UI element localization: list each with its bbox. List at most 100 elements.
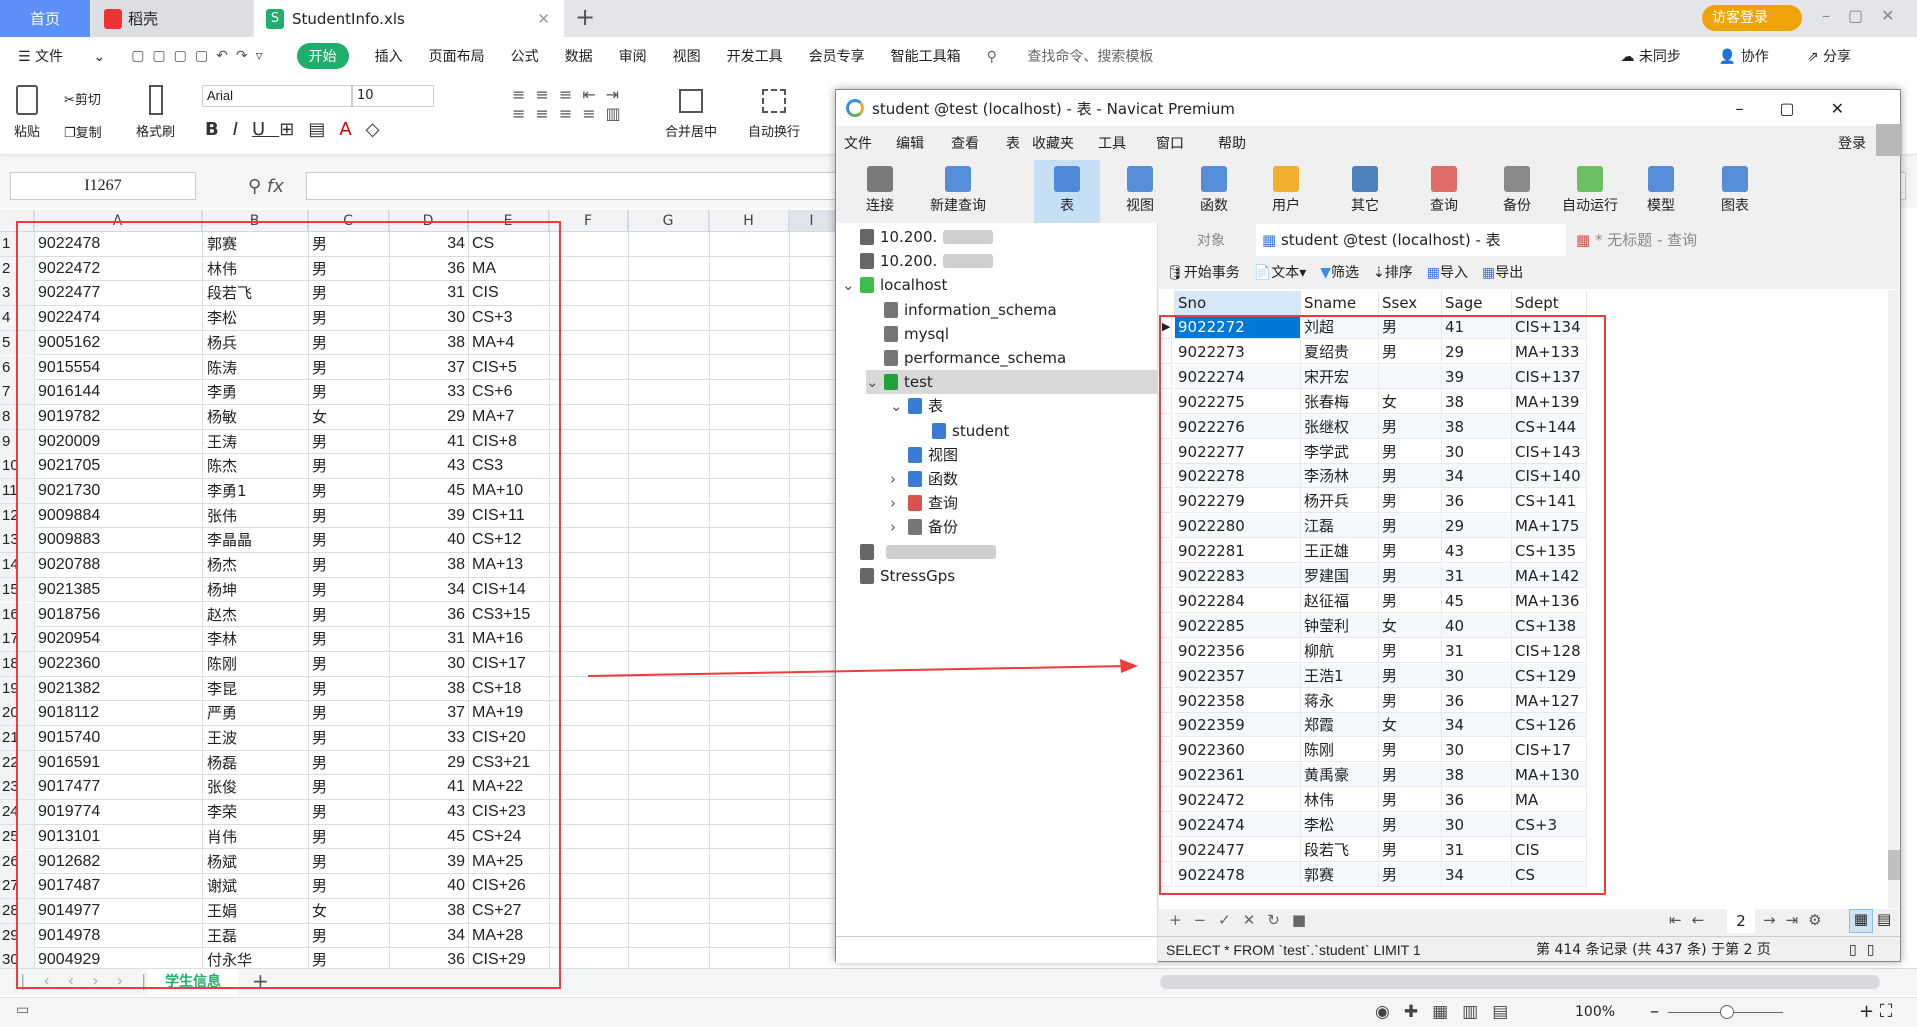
sdept-cell[interactable]: CS3 [472,454,503,478]
sage-cell[interactable]: 41 [389,430,465,454]
ssex-cell[interactable]: 男 [312,652,327,676]
sdept-cell[interactable]: CIS+5 [472,356,517,380]
object-tab[interactable]: 对象 [1166,226,1256,256]
sname-cell[interactable]: 王波 [207,726,237,750]
table-row[interactable]: 7 9016144 李勇 男 33 CS+6 [0,380,835,405]
sname-cell[interactable]: 郭赛 [207,232,237,256]
sname-cell[interactable]: 陈刚 [207,652,237,676]
panel-toggle-buttons[interactable]: ▯▯ [1849,937,1884,963]
sheet-nav-buttons[interactable]: |‹‹››| [20,971,164,990]
sage-cell[interactable]: 29 [389,405,465,429]
grid-row[interactable]: 9022281 王正雄男 43 CS+135 [836,539,1587,564]
ssex-cell[interactable]: 男 [1379,464,1442,489]
table-row[interactable]: 20 9018112 严勇 男 37 MA+19 [0,701,835,726]
sage-cell[interactable]: 40 [389,528,465,552]
sname-cell[interactable]: 李学武 [1301,439,1379,464]
page-nav-prev[interactable]: ⇤← [1669,911,1714,929]
grid-column-header[interactable]: Sno [1175,291,1301,315]
sno-cell[interactable]: 9016591 [38,751,100,775]
ssex-cell[interactable]: 男 [1379,813,1442,837]
sage-cell[interactable]: 39 [1442,364,1512,389]
sno-cell[interactable]: 9022357 [1175,663,1301,688]
sname-cell[interactable]: 严勇 [207,701,237,725]
sname-cell[interactable]: 杨磊 [207,751,237,775]
cut-button[interactable]: ✂剪切 [64,89,101,108]
sno-cell[interactable]: 9022360 [1175,738,1301,763]
tab-view[interactable]: 视图 [673,46,701,66]
table-row[interactable]: 24 9019774 李荣 男 43 CIS+23 [0,800,835,825]
sdept-cell[interactable]: MA [1512,788,1587,813]
column-header[interactable]: I [789,210,835,232]
search-command[interactable]: ⚲ 查找命令、搜索模板 [987,46,1180,66]
table-row[interactable]: 12 9009884 张伟 男 39 CIS+11 [0,503,835,529]
grid-row[interactable]: ▶ 9022272 刘超男 41 CIS+134 [836,315,1587,340]
column-header[interactable]: D [389,210,468,232]
tab-start[interactable]: 开始 [296,43,349,69]
sno-cell[interactable]: 9022472 [38,257,100,281]
sdept-cell[interactable]: CS+3 [472,306,512,330]
sage-cell[interactable]: 39 [389,850,465,874]
table-row[interactable]: 30 9004929 付永华 男 36 CIS+29 [0,948,835,968]
sno-cell[interactable]: 9022273 [1175,339,1301,364]
table-row[interactable]: 6 9015554 陈涛 男 37 CIS+5 [0,355,835,381]
toolbar-query-button[interactable]: 查询 [1411,162,1477,222]
zoom-controls[interactable]: – + ⛶ [1650,1001,1892,1022]
ssex-cell[interactable]: 男 [312,553,327,577]
sno-cell[interactable]: 9020009 [38,430,100,454]
sname-cell[interactable]: 王正雄 [1301,539,1379,564]
column-header[interactable]: H [709,210,789,232]
ssex-cell[interactable]: 男 [312,948,327,968]
sname-cell[interactable]: 段若飞 [207,281,252,305]
tab-formula[interactable]: 公式 [511,46,539,66]
ssex-cell[interactable]: 男 [1379,688,1442,713]
sdept-cell[interactable]: CIS+11 [472,504,525,528]
sno-cell[interactable]: 9022274 [1175,364,1301,389]
sname-cell[interactable]: 杨杰 [207,553,237,577]
sage-cell[interactable]: 38 [389,553,465,577]
grid-row[interactable]: 9022279 杨开兵男 36 CS+141 [836,489,1587,514]
avatar[interactable] [1876,124,1902,156]
grid-column-header[interactable]: Sname [1301,291,1379,315]
export-button[interactable]: ▦导出 [1482,262,1523,282]
tab-member[interactable]: 会员专享 [809,46,865,66]
ssex-cell[interactable]: 男 [312,701,327,725]
student-table-tab[interactable]: ▦ student @test (localhost) - 表 [1256,224,1566,256]
sname-cell[interactable]: 蒋永 [1301,688,1379,713]
ssex-cell[interactable]: 男 [1379,837,1442,862]
navicat-menu-item[interactable]: 编辑 [896,133,924,153]
toolbar-table-button[interactable]: 表 [1034,160,1100,224]
sdept-cell[interactable]: CS+129 [1512,663,1587,688]
sno-cell[interactable]: 9022361 [1175,763,1301,788]
sno-cell[interactable]: 9022359 [1175,713,1301,738]
sno-cell[interactable]: 9012682 [38,850,100,874]
toolbar-chart-button[interactable]: 图表 [1702,162,1768,222]
sage-cell[interactable]: 43 [389,454,465,478]
sno-cell[interactable]: 9021385 [38,578,100,602]
sno-cell[interactable]: 9017477 [38,775,100,799]
table-row[interactable]: 23 9017477 张俊 男 41 MA+22 [0,775,835,801]
sname-cell[interactable]: 李荣 [207,800,237,824]
ssex-cell[interactable]: 男 [312,825,327,849]
sname-cell[interactable]: 张春梅 [1301,389,1379,414]
sdept-cell[interactable]: MA+4 [472,331,514,355]
grid-vertical-scrollbar[interactable] [1888,290,1900,908]
sdept-cell[interactable]: MA+10 [472,479,523,503]
collab-button[interactable]: 👤 协作 [1719,46,1795,66]
sdept-cell[interactable]: MA+142 [1512,564,1587,588]
ssex-cell[interactable]: 男 [1379,738,1442,763]
sdept-cell[interactable]: CIS+128 [1512,638,1587,663]
horizontal-scrollbar[interactable] [1160,975,1880,989]
navicat-menu-item[interactable]: 窗口 [1156,133,1184,153]
sname-cell[interactable]: 李勇1 [207,479,247,503]
copy-button[interactable]: ❐复制 [64,122,102,141]
ssex-cell[interactable]: 男 [1379,638,1442,663]
navicat-menu-item[interactable]: 表 [1006,133,1020,153]
sdept-cell[interactable]: CS+3 [1512,813,1587,837]
grid-row[interactable]: 9022277 李学武男 30 CIS+143 [836,439,1587,465]
sage-cell[interactable]: 36 [1442,489,1512,514]
sno-cell[interactable]: 9014978 [38,924,100,948]
column-header[interactable]: B [202,210,308,232]
sage-cell[interactable]: 45 [389,479,465,503]
sno-cell[interactable]: 9022275 [1175,389,1301,414]
format-painter-button[interactable]: 格式刷 [136,85,175,140]
